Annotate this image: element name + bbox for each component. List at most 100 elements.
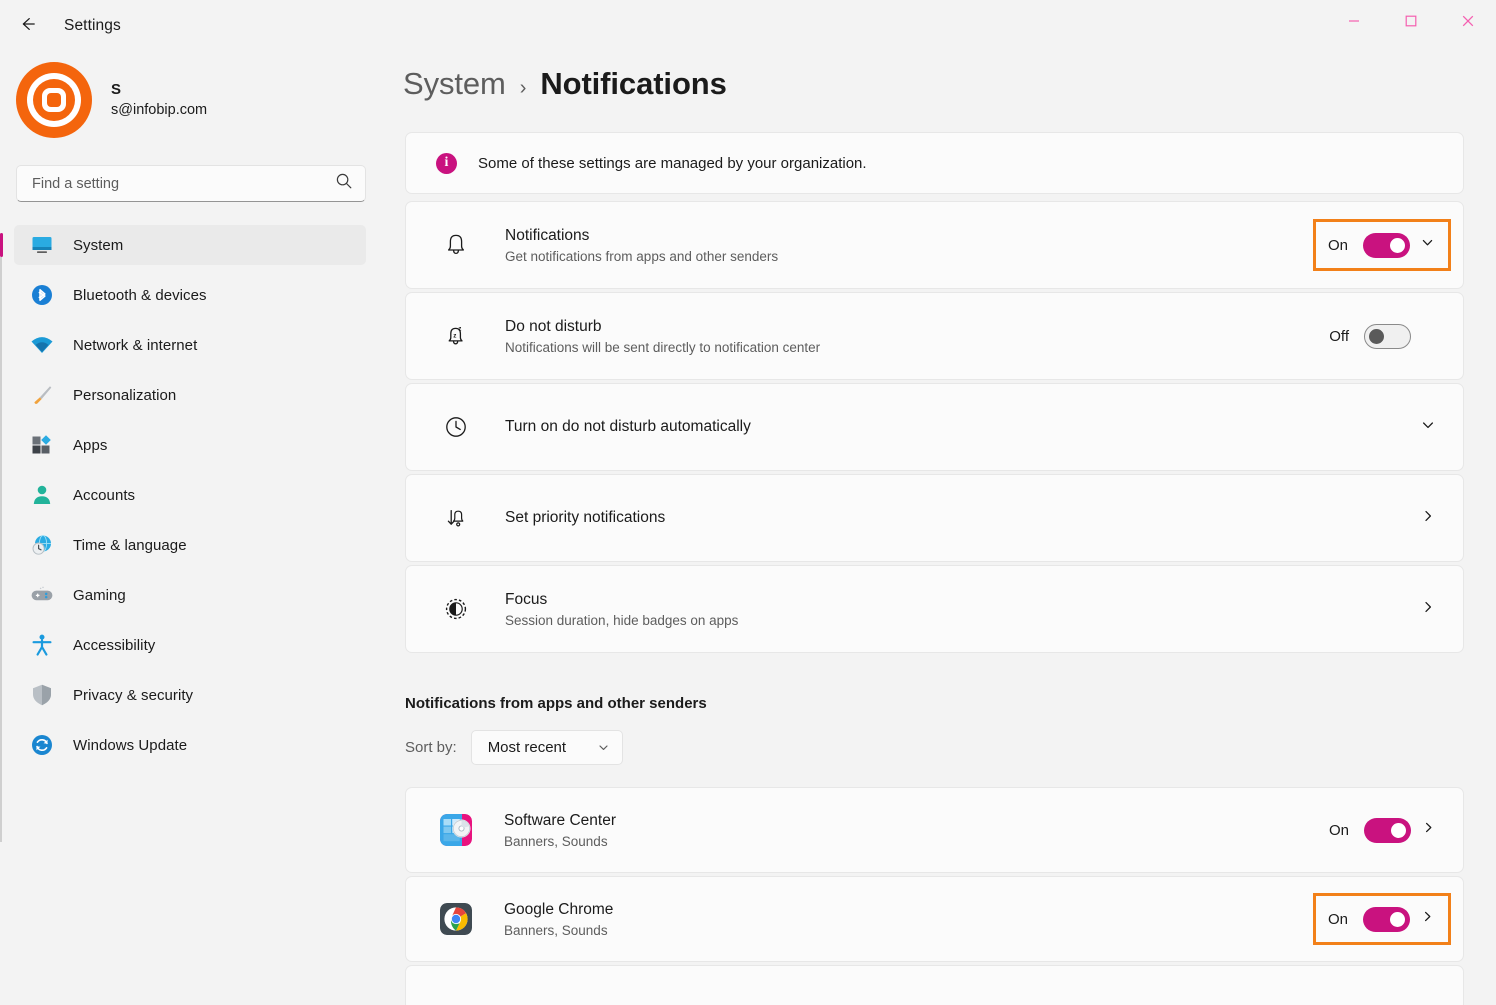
minimize-button[interactable] bbox=[1325, 0, 1382, 42]
breadcrumb-parent[interactable]: System bbox=[403, 66, 506, 102]
app-subtitle: Banners, Sounds bbox=[504, 833, 608, 849]
app-detail-arrow[interactable] bbox=[1410, 902, 1444, 936]
shield-icon bbox=[28, 682, 56, 708]
notifications-subtitle: Get notifications from apps and other se… bbox=[505, 248, 779, 264]
close-icon bbox=[1462, 15, 1473, 27]
update-icon bbox=[28, 732, 56, 758]
sidebar-item-time-language[interactable]: Time & language bbox=[14, 525, 366, 565]
auto-do-not-disturb-title: Turn on do not disturb automatically bbox=[505, 418, 751, 435]
sidebar-item-label: Apps bbox=[73, 436, 108, 454]
app-row-google-chrome[interactable]: Google Chrome Banners, Sounds On bbox=[405, 876, 1464, 962]
set-priority-notifications-row[interactable]: Set priority notifications bbox=[405, 474, 1464, 562]
focus-icon bbox=[437, 596, 475, 622]
chevron-right-icon bbox=[1420, 909, 1435, 929]
sidebar-scrollbar[interactable] bbox=[0, 257, 2, 842]
title-bar: Settings bbox=[0, 0, 1496, 52]
sidebar-item-label: Accessibility bbox=[73, 636, 156, 654]
app-row-software-center[interactable]: Software Center Banners, Sounds On bbox=[405, 787, 1464, 873]
apps-list: Software Center Banners, Sounds On Googl… bbox=[400, 787, 1496, 1005]
account-block[interactable]: S s@infobip.com bbox=[0, 56, 400, 144]
svg-text:z: z bbox=[458, 326, 461, 332]
sidebar-item-label: Privacy & security bbox=[73, 686, 194, 704]
do-not-disturb-row: z z Do not disturb Notifications will be… bbox=[405, 292, 1464, 380]
maximize-button[interactable] bbox=[1382, 0, 1439, 42]
gamepad-icon bbox=[28, 582, 56, 608]
app-row-partial[interactable] bbox=[405, 965, 1464, 1005]
app-toggle-state: On bbox=[1328, 821, 1349, 839]
sidebar-item-accounts[interactable]: Accounts bbox=[14, 475, 366, 515]
svg-text:z: z bbox=[453, 333, 456, 340]
sidebar-item-windows-update[interactable]: Windows Update bbox=[14, 725, 366, 765]
focus-arrow[interactable] bbox=[1411, 592, 1445, 626]
sidebar-nav: System Bluetooth & devices Network & int… bbox=[0, 225, 400, 765]
chevron-down-icon bbox=[597, 741, 610, 754]
bell-icon bbox=[437, 232, 475, 258]
notifications-expand-button[interactable] bbox=[1410, 228, 1444, 262]
do-not-disturb-title: Do not disturb bbox=[505, 317, 602, 335]
back-button[interactable] bbox=[9, 7, 47, 45]
minimize-icon bbox=[1348, 20, 1359, 22]
sidebar-item-personalization[interactable]: Personalization bbox=[14, 375, 366, 415]
notifications-title: Notifications bbox=[505, 226, 590, 244]
do-not-disturb-toggle[interactable] bbox=[1364, 323, 1411, 349]
window-controls bbox=[1325, 0, 1496, 42]
auto-do-not-disturb-row[interactable]: Turn on do not disturb automatically bbox=[405, 383, 1464, 471]
app-name: Google Chrome bbox=[504, 900, 614, 918]
sort-by-label: Sort by: bbox=[405, 739, 457, 756]
search-icon bbox=[335, 172, 353, 195]
sidebar-item-privacy-security[interactable]: Privacy & security bbox=[14, 675, 366, 715]
notifications-toggle-highlight: On bbox=[1312, 219, 1451, 271]
sidebar-item-bluetooth-devices[interactable]: Bluetooth & devices bbox=[14, 275, 366, 315]
set-priority-notifications-arrow[interactable] bbox=[1411, 501, 1445, 535]
sidebar-item-accessibility[interactable]: Accessibility bbox=[14, 625, 366, 665]
chevron-down-icon bbox=[1420, 417, 1436, 438]
focus-title: Focus bbox=[505, 590, 548, 608]
org-managed-banner: i Some of these settings are managed by … bbox=[405, 132, 1464, 194]
sidebar-item-label: Bluetooth & devices bbox=[73, 286, 207, 304]
account-email: s@infobip.com bbox=[111, 102, 208, 118]
wifi-icon bbox=[28, 332, 56, 358]
notifications-toggle-state: On bbox=[1327, 236, 1348, 254]
info-icon: i bbox=[436, 152, 457, 174]
close-button[interactable] bbox=[1439, 0, 1496, 42]
page-title: Notifications bbox=[540, 66, 727, 101]
bell-sleep-icon: z z bbox=[437, 323, 475, 349]
sidebar-item-system[interactable]: System bbox=[0, 225, 366, 265]
app-notifications-toggle[interactable] bbox=[1364, 817, 1411, 843]
search-input[interactable] bbox=[32, 175, 335, 192]
sidebar-item-label: Network & internet bbox=[73, 336, 198, 354]
auto-do-not-disturb-expand-button[interactable] bbox=[1411, 410, 1445, 444]
sidebar-item-gaming[interactable]: Gaming bbox=[14, 575, 366, 615]
chevron-down-icon bbox=[1420, 235, 1435, 255]
chrome-toggle-highlight: On bbox=[1312, 893, 1451, 945]
app-name: Software Center bbox=[504, 811, 616, 829]
monitor-icon bbox=[28, 232, 56, 258]
chevron-right-icon bbox=[1421, 820, 1436, 840]
sidebar-item-label: Personalization bbox=[73, 386, 177, 404]
sidebar-item-label: System bbox=[73, 236, 124, 254]
app-detail-arrow[interactable] bbox=[1411, 813, 1445, 847]
app-notifications-toggle[interactable] bbox=[1363, 906, 1410, 932]
accessibility-icon bbox=[28, 632, 56, 658]
priority-icon bbox=[437, 505, 475, 531]
sidebar-item-network-internet[interactable]: Network & internet bbox=[14, 325, 366, 365]
sidebar-item-label: Windows Update bbox=[73, 736, 188, 754]
breadcrumb-separator: › bbox=[519, 77, 527, 99]
sort-row: Sort by: Most recent bbox=[405, 730, 1496, 765]
clock-icon bbox=[437, 414, 475, 440]
notifications-toggle[interactable] bbox=[1363, 232, 1410, 258]
chevron-right-icon bbox=[1420, 599, 1436, 620]
paintbrush-icon bbox=[28, 382, 56, 408]
search-box[interactable] bbox=[16, 165, 366, 202]
account-name: S bbox=[111, 81, 122, 98]
sort-by-dropdown[interactable]: Most recent bbox=[470, 730, 623, 765]
apps-icon bbox=[28, 432, 56, 458]
software-center-icon bbox=[440, 814, 472, 846]
avatar bbox=[16, 62, 92, 138]
sidebar-item-label: Gaming bbox=[73, 586, 126, 604]
sidebar-item-apps[interactable]: Apps bbox=[14, 425, 366, 465]
focus-row[interactable]: Focus Session duration, hide badges on a… bbox=[405, 565, 1464, 653]
sidebar-item-label: Accounts bbox=[73, 486, 136, 504]
do-not-disturb-toggle-state: Off bbox=[1329, 327, 1349, 345]
back-arrow-icon bbox=[18, 14, 38, 39]
